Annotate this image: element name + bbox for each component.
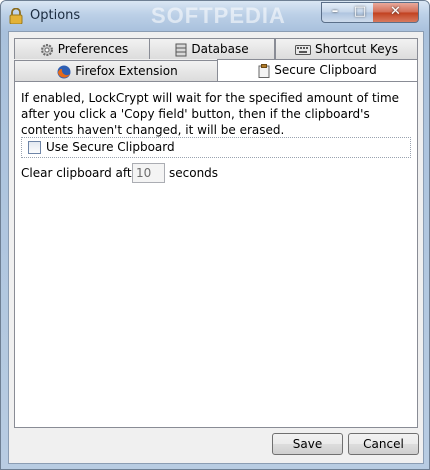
title-bar[interactable]: Options SOFTPEDIA – □ ✕ — [1, 1, 429, 31]
lock-icon — [9, 8, 23, 24]
close-button[interactable]: ✕ — [373, 2, 419, 23]
database-icon — [175, 43, 187, 56]
use-secure-clipboard-row[interactable]: Use Secure Clipboard — [21, 137, 411, 158]
tab-label: Database — [191, 42, 249, 56]
minimize-button[interactable]: – — [321, 2, 349, 23]
description-text: If enabled, LockCrypt will wait for the … — [21, 91, 400, 137]
maximize-button[interactable]: □ — [347, 2, 374, 23]
clipboard-icon — [258, 63, 270, 78]
close-icon: ✕ — [390, 4, 401, 19]
tab-label: Secure Clipboard — [274, 63, 377, 77]
cancel-button[interactable]: Cancel — [348, 433, 419, 455]
gear-icon — [40, 43, 53, 56]
maximize-icon: □ — [353, 4, 367, 19]
save-button[interactable]: Save — [272, 433, 343, 455]
tab-label: Firefox Extension — [75, 64, 178, 78]
watermark: SOFTPEDIA — [151, 3, 286, 28]
minimize-icon: – — [331, 4, 339, 19]
keyboard-icon — [295, 44, 312, 55]
tab-database[interactable]: Database — [149, 38, 275, 59]
tab-shortcut-keys[interactable]: Shortcut Keys — [275, 38, 418, 59]
dialog-body: Preferences Database Shortcut Keys Firef… — [8, 31, 424, 464]
options-window: Options SOFTPEDIA – □ ✕ Preferences Data… — [0, 0, 430, 470]
window-title: Options — [30, 8, 81, 23]
tab-secure-clipboard[interactable]: Secure Clipboard — [217, 59, 418, 82]
use-secure-clipboard-label[interactable]: Use Secure Clipboard — [46, 140, 175, 154]
secure-clipboard-panel: If enabled, LockCrypt will wait for the … — [14, 81, 418, 428]
tab-preferences[interactable]: Preferences — [14, 38, 154, 59]
tab-firefox-extension[interactable]: Firefox Extension — [14, 60, 221, 81]
seconds-label: seconds — [169, 166, 219, 180]
seconds-input[interactable]: 10 — [132, 163, 165, 183]
tab-label: Preferences — [57, 42, 129, 56]
use-secure-clipboard-checkbox[interactable] — [28, 141, 41, 154]
clear-clipboard-label: Clear clipboard after — [21, 166, 144, 180]
firefox-icon — [57, 65, 71, 78]
tab-label: Shortcut Keys — [315, 42, 398, 56]
